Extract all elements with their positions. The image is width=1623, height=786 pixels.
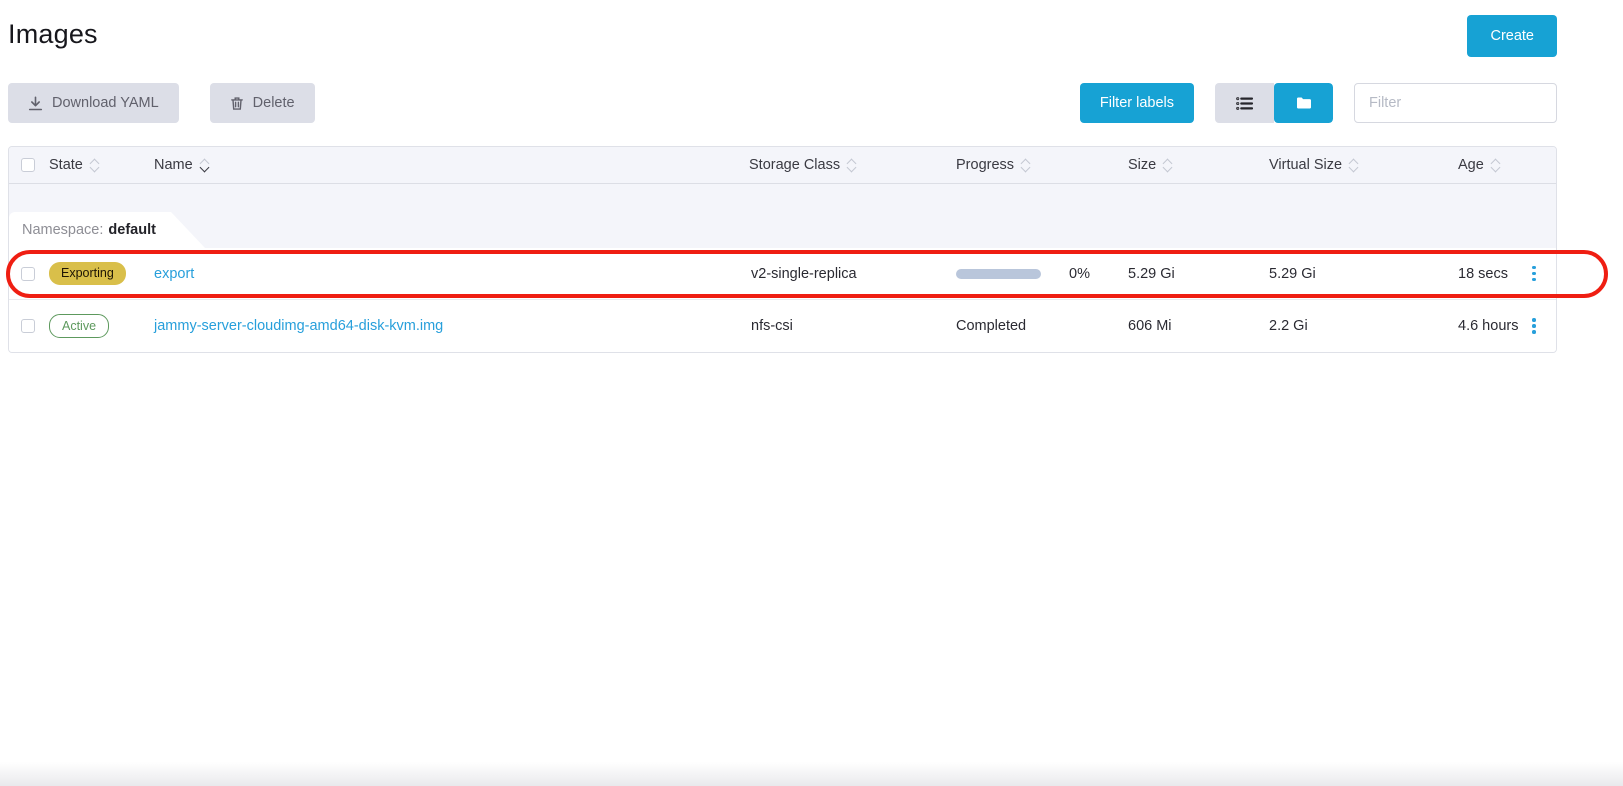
column-header-state[interactable]: State	[49, 157, 154, 173]
row-checkbox[interactable]	[21, 319, 35, 333]
size-value: 606 Mi	[1128, 318, 1269, 334]
images-page: Images Create Download YAML	[0, 0, 1623, 786]
namespace-value: default	[108, 222, 156, 238]
bulk-actions: Download YAML Delete	[8, 83, 315, 123]
row-checkbox[interactable]	[21, 267, 35, 281]
trash-icon	[230, 96, 244, 111]
storage-class-value: v2-single-replica	[749, 266, 956, 282]
sort-chevrons-icon	[848, 160, 855, 171]
download-yaml-label: Download YAML	[52, 95, 159, 111]
create-button[interactable]: Create	[1467, 15, 1557, 57]
status-badge: Exporting	[49, 262, 126, 285]
status-badge: Active	[49, 314, 109, 339]
column-header-name[interactable]: Name	[154, 157, 749, 173]
column-header-storage-class[interactable]: Storage Class	[749, 157, 956, 173]
column-header-virtual-size[interactable]: Virtual Size	[1269, 157, 1458, 173]
progress-bar	[956, 269, 1041, 279]
list-view-button[interactable]	[1215, 83, 1274, 123]
virtual-size-value: 2.2 Gi	[1269, 318, 1458, 334]
namespace-group-row: Namespace: default	[9, 212, 1556, 248]
select-all-checkbox[interactable]	[21, 158, 35, 172]
images-table: State Name Storage Class Progress Size V…	[8, 146, 1557, 353]
folder-icon	[1296, 96, 1312, 110]
filter-controls: Filter labels	[1080, 83, 1557, 123]
sort-chevrons-icon	[1164, 160, 1171, 171]
namespace-group-band	[9, 184, 1556, 212]
sort-chevrons-icon	[201, 160, 208, 171]
storage-class-value: nfs-csi	[749, 318, 956, 334]
page-header: Images Create	[8, 15, 1557, 57]
size-value: 5.29 Gi	[1128, 266, 1269, 282]
toolbar: Download YAML Delete Filter labels	[8, 83, 1557, 123]
sort-chevrons-icon	[1492, 160, 1499, 171]
column-header-age[interactable]: Age	[1458, 157, 1524, 173]
page-title: Images	[8, 19, 98, 50]
folder-view-button[interactable]	[1274, 83, 1333, 123]
age-value: 4.6 hours	[1458, 318, 1524, 334]
image-name-link[interactable]: jammy-server-cloudimg-amd64-disk-kvm.img	[154, 318, 443, 334]
delete-button[interactable]: Delete	[210, 83, 315, 123]
table-row-export: Exporting export v2-single-replica 0% 5.…	[9, 248, 1556, 300]
namespace-label: Namespace:	[22, 222, 103, 238]
virtual-size-value: 5.29 Gi	[1269, 266, 1458, 282]
column-header-progress[interactable]: Progress	[956, 157, 1128, 173]
list-icon	[1236, 96, 1253, 111]
sort-chevrons-icon	[1350, 160, 1357, 171]
column-header-size[interactable]: Size	[1128, 157, 1269, 173]
filter-labels-button[interactable]: Filter labels	[1080, 83, 1194, 123]
row-actions-button[interactable]	[1526, 314, 1542, 338]
view-toggle	[1215, 83, 1333, 123]
sort-chevrons-icon	[91, 160, 98, 171]
progress-status: Completed	[956, 318, 1128, 334]
download-icon	[28, 96, 43, 111]
namespace-group-tab: Namespace: default	[9, 212, 205, 248]
delete-label: Delete	[253, 95, 295, 111]
age-value: 18 secs	[1458, 266, 1524, 282]
sort-chevrons-icon	[1022, 160, 1029, 171]
download-yaml-button[interactable]: Download YAML	[8, 83, 179, 123]
progress-percent: 0%	[1069, 266, 1090, 282]
table-header-row: State Name Storage Class Progress Size V…	[9, 147, 1556, 184]
row-actions-button[interactable]	[1526, 262, 1542, 286]
bottom-fade	[0, 762, 1623, 786]
image-name-link[interactable]: export	[154, 266, 194, 282]
table-row-jammy: Active jammy-server-cloudimg-amd64-disk-…	[9, 300, 1556, 352]
filter-input[interactable]	[1354, 83, 1557, 123]
